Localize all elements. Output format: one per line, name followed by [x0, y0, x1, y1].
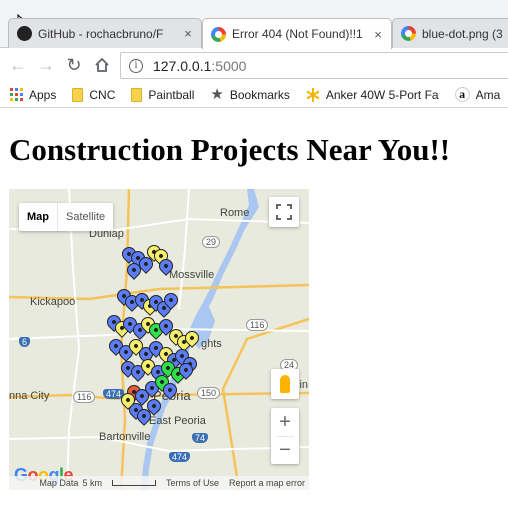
- report-error-link[interactable]: Report a map error: [229, 478, 305, 488]
- bookmark-label: Apps: [29, 87, 57, 102]
- folder-icon: [131, 87, 143, 102]
- url-port: :5000: [211, 57, 247, 74]
- map-type-map-button[interactable]: Map: [19, 203, 58, 231]
- tab-github[interactable]: GitHub - rochacbruno/F ×: [8, 18, 202, 48]
- github-icon: [17, 26, 32, 41]
- bookmark-apps[interactable]: Apps: [0, 83, 62, 107]
- forward-arrow-icon[interactable]: →: [32, 51, 60, 79]
- bookmark-anker[interactable]: Anker 40W 5-Port Fa: [296, 83, 445, 107]
- street-view-pegman-icon[interactable]: [271, 369, 299, 399]
- map-scale-label: 5 km: [82, 478, 102, 488]
- star-icon: ★: [210, 86, 224, 103]
- bookmark-label: CNC: [89, 87, 116, 102]
- reload-icon[interactable]: ↻: [60, 51, 88, 79]
- zoom-divider: [276, 436, 294, 437]
- place-label: nna City: [9, 390, 50, 402]
- map-footer: Map Data 5 km Terms of Use Report a map …: [9, 476, 309, 490]
- fullscreen-icon[interactable]: [269, 197, 299, 227]
- route-shield: 29: [202, 236, 221, 248]
- route-shield: 116: [246, 319, 269, 331]
- place-label: Rome: [220, 207, 250, 219]
- bookmark-label: Anker 40W 5-Port Fa: [325, 87, 439, 102]
- map-data-link[interactable]: Map Data: [39, 478, 78, 488]
- tab-title: GitHub - rochacbruno/F: [38, 26, 164, 41]
- google-map[interactable]: Rome Dunlap Mossville Kickapoo ghts Peor…: [9, 189, 309, 490]
- bookmark-paintball[interactable]: Paintball: [121, 83, 200, 107]
- home-icon[interactable]: [88, 51, 116, 79]
- browser-tab-strip: GitHub - rochacbruno/F × Error 404 (Not …: [0, 0, 508, 49]
- route-shield: 74: [192, 433, 209, 443]
- bookmark-amazon[interactable]: a Ama: [445, 83, 507, 107]
- bookmark-label: Bookmarks: [229, 87, 290, 102]
- place-label: East Peoria: [149, 415, 206, 427]
- terms-link[interactable]: Terms of Use: [166, 478, 219, 488]
- google-icon: [401, 26, 416, 41]
- zoom-control: + −: [271, 408, 299, 464]
- back-arrow-icon[interactable]: ←: [4, 51, 32, 79]
- place-label: Bartonville: [99, 431, 151, 443]
- route-shield: 150: [197, 387, 221, 399]
- bookmark-label: Paintball: [148, 87, 195, 102]
- map-type-satellite-button[interactable]: Satellite: [58, 203, 113, 231]
- bookmark-label: Ama: [475, 87, 501, 102]
- route-shield: 116: [73, 391, 96, 403]
- zoom-out-button[interactable]: −: [271, 436, 299, 464]
- map-type-control: Map Satellite: [19, 203, 114, 231]
- tab-blue-dot[interactable]: blue-dot.png (3: [392, 18, 508, 48]
- route-shield: 474: [169, 452, 191, 462]
- bookmark-cnc[interactable]: CNC: [62, 83, 121, 107]
- tab-error-404[interactable]: Error 404 (Not Found)!!1 ×: [202, 18, 392, 49]
- tab-title: blue-dot.png (3: [422, 26, 503, 41]
- apps-grid-icon: [10, 88, 23, 101]
- browser-toolbar: ← → ↻ i 127.0.0.1 :5000: [0, 48, 508, 82]
- info-icon[interactable]: i: [129, 58, 143, 73]
- page-title: Construction Projects Near You!!: [9, 132, 451, 167]
- tab-title: Error 404 (Not Found)!!1: [232, 27, 363, 41]
- bookmarks-bar: Apps CNC Paintball ★ Bookmarks Anker 40W…: [0, 82, 508, 108]
- folder-icon: [72, 87, 84, 102]
- zoom-in-button[interactable]: +: [271, 408, 299, 436]
- bookmark-bookmarks[interactable]: ★ Bookmarks: [200, 83, 295, 107]
- anker-icon: [306, 87, 320, 102]
- url-host: 127.0.0.1: [153, 57, 212, 74]
- amazon-icon: a: [454, 87, 470, 102]
- close-tab-icon[interactable]: ×: [181, 26, 195, 41]
- address-bar[interactable]: i 127.0.0.1 :5000: [120, 52, 508, 79]
- map-terrain: [9, 189, 309, 490]
- close-tab-icon[interactable]: ×: [371, 27, 385, 42]
- map-scale-bar: [111, 480, 156, 486]
- place-label: ghts: [201, 338, 222, 350]
- place-label: Kickapoo: [30, 296, 76, 308]
- google-icon: [211, 26, 226, 42]
- place-label: Mossville: [169, 269, 215, 281]
